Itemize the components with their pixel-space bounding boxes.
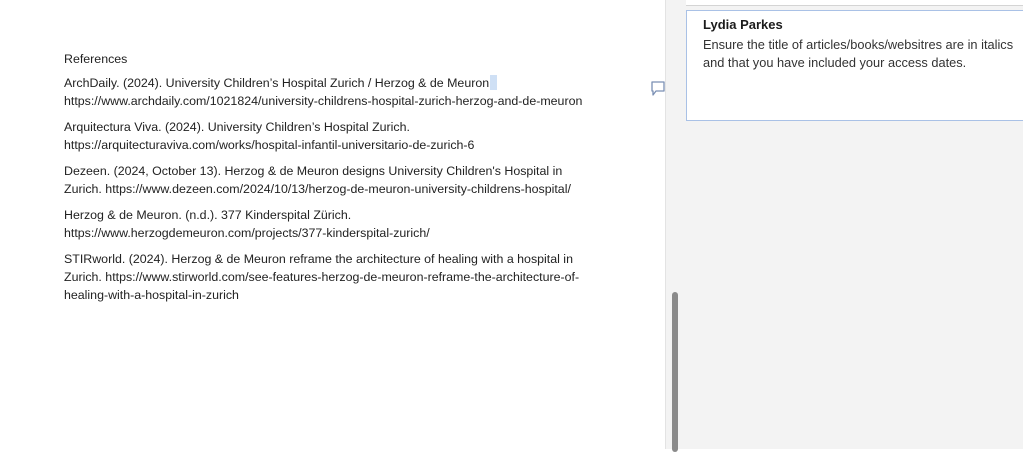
reference-citation: ArchDaily. (2024). University Children’s… bbox=[64, 76, 493, 90]
comments-pane: Lydia Parkes Ensure the title of article… bbox=[665, 0, 1023, 449]
selection-highlight bbox=[489, 75, 497, 90]
document-page[interactable]: References ArchDaily. (2024). University… bbox=[0, 0, 665, 449]
document-body[interactable]: References ArchDaily. (2024). University… bbox=[64, 50, 594, 312]
reference-entry[interactable]: STIRworld. (2024). Herzog & de Meuron re… bbox=[64, 250, 594, 304]
vertical-scrollbar-thumb[interactable] bbox=[672, 292, 678, 452]
comment-text: Ensure the title of articles/books/websi… bbox=[703, 37, 1014, 70]
reference-url: https://www.archdaily.com/1021824/univer… bbox=[64, 94, 583, 108]
reference-entry[interactable]: ArchDaily. (2024). University Children’s… bbox=[64, 74, 594, 110]
reference-entry[interactable]: Arquitectura Viva. (2024). University Ch… bbox=[64, 118, 594, 154]
references-heading: References bbox=[64, 52, 128, 66]
comment-author: Lydia Parkes bbox=[703, 17, 783, 32]
comment-card[interactable]: Lydia Parkes Ensure the title of article… bbox=[686, 10, 1023, 121]
comment-icon[interactable] bbox=[650, 80, 666, 98]
reference-entry[interactable]: Herzog & de Meuron. (n.d.). 377 Kindersp… bbox=[64, 206, 594, 242]
reference-entry[interactable]: Dezeen. (2024, October 13). Herzog & de … bbox=[64, 162, 594, 198]
previous-comment-edge bbox=[686, 0, 1023, 6]
